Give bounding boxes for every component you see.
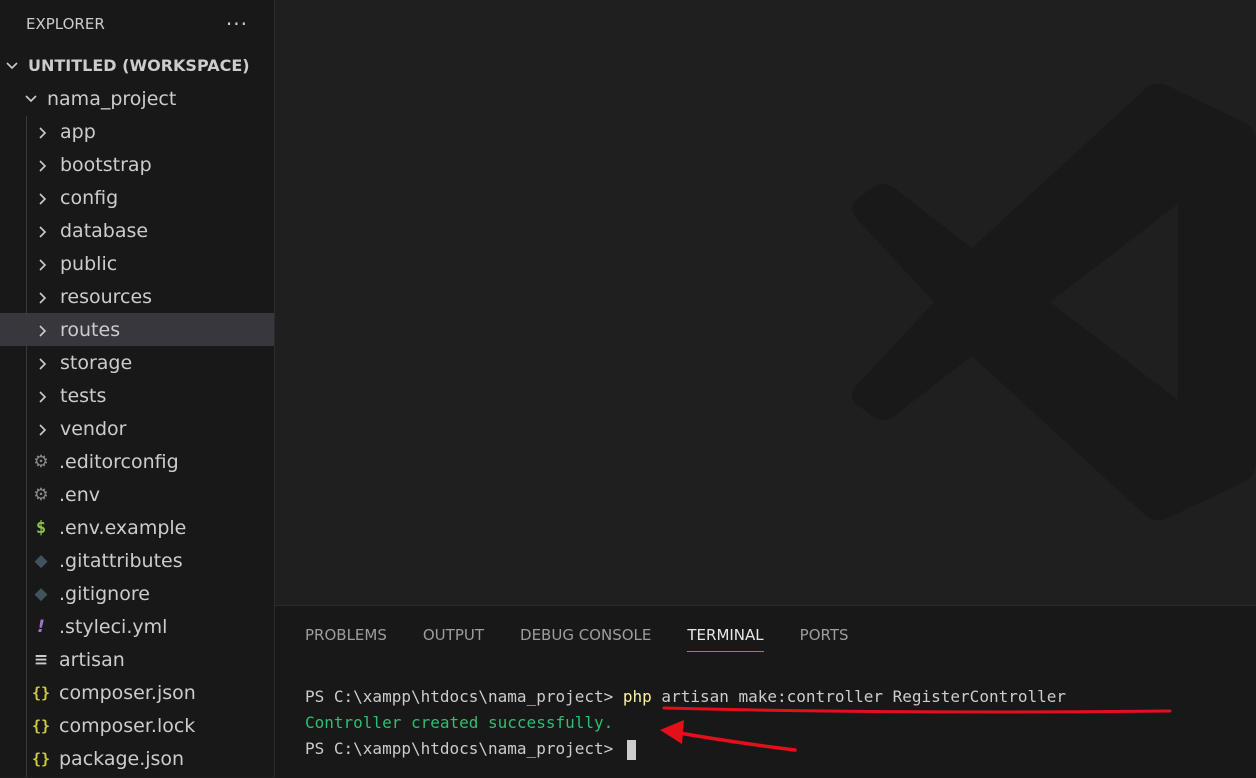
- terminal-cursor: [626, 739, 636, 760]
- tab-problems[interactable]: PROBLEMS: [305, 620, 387, 651]
- folder-label: resources: [60, 285, 153, 308]
- chevron-right-icon: [38, 225, 48, 238]
- file-label: composer.lock: [59, 714, 196, 737]
- workspace-label: UNTITLED (WORKSPACE): [28, 56, 250, 75]
- more-actions-icon[interactable]: ···: [226, 14, 248, 34]
- file-tree: app bootstrap config database public resource…: [0, 115, 274, 775]
- panel-tabs: PROBLEMS OUTPUT DEBUG CONSOLE TERMINAL P…: [305, 620, 885, 652]
- chevron-right-icon: [38, 324, 48, 337]
- braces-icon: {}: [31, 716, 51, 735]
- explorer-sidebar: EXPLORER ··· UNTITLED (WORKSPACE) nama_p…: [0, 0, 275, 777]
- file-label: .env.example: [59, 516, 187, 539]
- file-label: package.json: [59, 747, 185, 770]
- bottom-panel: PROBLEMS OUTPUT DEBUG CONSOLE TERMINAL P…: [275, 605, 1256, 778]
- terminal-prompt-line: PS C:\xampp\htdocs\nama_project>: [305, 736, 1066, 762]
- vscode-logo-watermark-icon: [852, 83, 1256, 521]
- file-label: artisan: [59, 648, 125, 671]
- terminal-output[interactable]: PS C:\xampp\htdocs\nama_project> php art…: [305, 684, 1066, 762]
- braces-icon: {}: [31, 683, 51, 702]
- chevron-right-icon: [38, 258, 48, 271]
- file-item[interactable]: {} composer.json: [0, 676, 274, 709]
- tab-terminal[interactable]: TERMINAL: [687, 620, 764, 652]
- terminal-prompt: PS C:\xampp\htdocs\nama_project>: [305, 739, 623, 758]
- folder-label: routes: [60, 318, 121, 341]
- editor-area: [275, 0, 1256, 605]
- folder-label: tests: [60, 384, 107, 407]
- file-item[interactable]: {} package.json: [0, 742, 274, 775]
- folder-bootstrap[interactable]: bootstrap: [0, 148, 274, 181]
- braces-icon: {}: [31, 749, 51, 768]
- project-folder[interactable]: nama_project: [0, 82, 274, 115]
- file-label: .gitignore: [59, 582, 150, 605]
- folder-label: app: [60, 120, 96, 143]
- explorer-title: EXPLORER: [26, 14, 105, 33]
- file-item[interactable]: {} composer.lock: [0, 709, 274, 742]
- file-item[interactable]: ◆ .gitignore: [0, 577, 274, 610]
- chevron-down-icon: [6, 61, 18, 71]
- file-label: .styleci.yml: [59, 615, 168, 638]
- gear-icon: ⚙: [33, 451, 49, 472]
- folder-label: config: [60, 186, 119, 209]
- folder-label: database: [60, 219, 149, 242]
- file-item[interactable]: ! .styleci.yml: [0, 610, 274, 643]
- chevron-right-icon: [38, 291, 48, 304]
- folder-label: bootstrap: [60, 153, 152, 176]
- gear-icon: ⚙: [33, 484, 49, 505]
- git-icon: ◆: [34, 550, 48, 571]
- chevron-right-icon: [38, 357, 48, 370]
- file-item[interactable]: ◆ .gitattributes: [0, 544, 274, 577]
- tab-debug-console[interactable]: DEBUG CONSOLE: [520, 620, 651, 651]
- command-binary: php: [622, 687, 652, 706]
- file-item[interactable]: ⚙ .env: [0, 478, 274, 511]
- workspace-root[interactable]: UNTITLED (WORKSPACE): [0, 49, 274, 82]
- file-item[interactable]: $ .env.example: [0, 511, 274, 544]
- file-item[interactable]: ≡ artisan: [0, 643, 274, 676]
- folder-label: public: [60, 252, 118, 275]
- tab-output[interactable]: OUTPUT: [423, 620, 484, 651]
- folder-tests[interactable]: tests: [0, 379, 274, 412]
- git-icon: ◆: [34, 583, 48, 604]
- chevron-right-icon: [38, 126, 48, 139]
- folder-storage[interactable]: storage: [0, 346, 274, 379]
- folder-routes[interactable]: routes: [0, 313, 274, 346]
- chevron-right-icon: [38, 423, 48, 436]
- folder-config[interactable]: config: [0, 181, 274, 214]
- explorer-header: EXPLORER ···: [0, 0, 274, 47]
- terminal-prompt: PS C:\xampp\htdocs\nama_project>: [305, 687, 623, 706]
- folder-label: storage: [60, 351, 133, 374]
- folder-vendor[interactable]: vendor: [0, 412, 274, 445]
- chevron-right-icon: [38, 390, 48, 403]
- tab-ports[interactable]: PORTS: [800, 620, 849, 651]
- chevron-down-icon: [25, 94, 37, 104]
- file-label: composer.json: [59, 681, 196, 704]
- file-label: .editorconfig: [59, 450, 179, 473]
- dollar-icon: $: [35, 517, 47, 538]
- command-args: artisan make:controller RegisterControll…: [651, 687, 1067, 706]
- file-item[interactable]: ⚙ .editorconfig: [0, 445, 274, 478]
- file-label: .env: [59, 483, 101, 506]
- project-folder-label: nama_project: [47, 87, 177, 110]
- chevron-right-icon: [38, 159, 48, 172]
- folder-app[interactable]: app: [0, 115, 274, 148]
- terminal-command-line: PS C:\xampp\htdocs\nama_project> php art…: [305, 684, 1066, 710]
- exclamation-icon: !: [37, 616, 45, 637]
- lines-icon: ≡: [33, 649, 49, 670]
- terminal-success-message: Controller created successfully.: [305, 713, 614, 732]
- file-label: .gitattributes: [59, 549, 183, 572]
- chevron-right-icon: [38, 192, 48, 205]
- folder-public[interactable]: public: [0, 247, 274, 280]
- folder-resources[interactable]: resources: [0, 280, 274, 313]
- folder-label: vendor: [60, 417, 127, 440]
- indent-guide: [26, 116, 27, 777]
- folder-database[interactable]: database: [0, 214, 274, 247]
